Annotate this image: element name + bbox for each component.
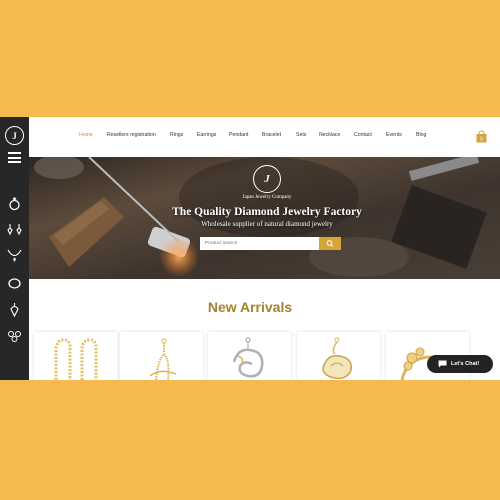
cart-icon[interactable]: 0 [476, 130, 487, 143]
product-card-swan-pendant[interactable] [297, 332, 380, 380]
ring-icon[interactable] [6, 195, 23, 212]
nav-sets[interactable]: Sets [296, 132, 306, 138]
necklace-icon[interactable] [6, 248, 23, 265]
top-navigation: Home Resellers registration Rings Earrin… [29, 117, 500, 157]
product-card-hoop-earrings[interactable] [34, 332, 117, 380]
chat-bubble-icon [438, 360, 447, 368]
search-icon [326, 240, 334, 247]
cart-count: 0 [480, 137, 483, 143]
product-search-input[interactable] [200, 237, 319, 250]
nav-earrings[interactable]: Earrings [197, 132, 216, 138]
nav-contact[interactable]: Contact [354, 132, 372, 138]
search-button[interactable] [319, 237, 341, 250]
hero-banner: J Japan Jewelry Company The Quality Diam… [29, 157, 500, 279]
hero-subtitle: Wholesale supplier of natural diamond je… [201, 220, 333, 228]
hero-title: The Quality Diamond Jewelry Factory [172, 206, 362, 218]
earrings-icon[interactable] [6, 222, 23, 239]
product-card-diamond-pendant[interactable] [120, 332, 203, 380]
bracelet-icon[interactable] [6, 275, 23, 292]
dragon-pendant-image [232, 337, 264, 378]
company-name: Japan Jewelry Company [242, 195, 292, 200]
hoop-earrings-image [54, 338, 98, 380]
sidebar: J [0, 117, 29, 380]
brand-logo[interactable]: J [5, 126, 24, 145]
nav-necklace[interactable]: Necklace [319, 132, 340, 138]
hero-logo: J [253, 165, 281, 193]
menu-icon[interactable] [8, 152, 21, 163]
nav-events[interactable]: Events [386, 132, 402, 138]
nav-pendant[interactable]: Pendant [229, 132, 248, 138]
section-title: New Arrivals [207, 299, 293, 315]
set-icon[interactable] [6, 327, 23, 344]
chat-button[interactable]: Let's Chat! [427, 355, 493, 373]
nav-rings[interactable]: Rings [170, 132, 183, 138]
nav-resellers-registration[interactable]: Resellers registration [107, 132, 156, 138]
chat-label: Let's Chat! [451, 361, 480, 367]
product-card-dragon-pendant[interactable] [208, 332, 291, 380]
diamond-pendant-image [149, 338, 177, 380]
website-screenshot: J Home Resellers registration Rings Earr… [0, 117, 500, 380]
nav-bracelet[interactable]: Bracelet [262, 132, 281, 138]
swan-pendant-image [322, 337, 352, 380]
nav-home[interactable]: Home [79, 132, 93, 138]
nav-blog[interactable]: Blog [416, 132, 426, 138]
